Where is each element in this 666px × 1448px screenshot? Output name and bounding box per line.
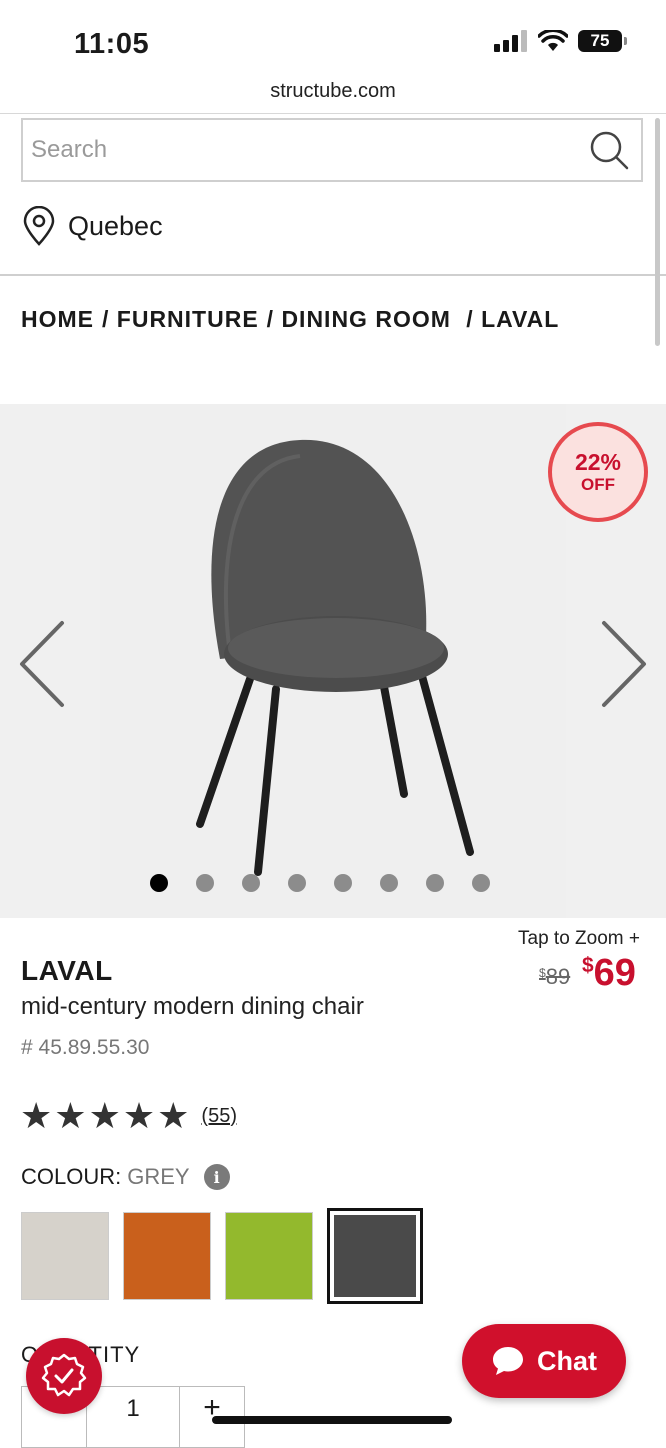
old-price: $89 xyxy=(539,964,570,990)
divider xyxy=(0,274,666,276)
battery-icon: 75 xyxy=(578,30,627,52)
product-subtitle: mid-century modern dining chair xyxy=(21,993,364,1020)
breadcrumb: HOME / FURNITURE / DINING ROOM / LAVAL xyxy=(21,306,559,333)
quantity-value[interactable]: 1 xyxy=(86,1387,180,1447)
gallery-dot[interactable] xyxy=(472,874,490,892)
wifi-icon xyxy=(538,30,568,51)
offers-button[interactable] xyxy=(26,1338,102,1414)
chat-label: Chat xyxy=(537,1345,597,1376)
location-label: Quebec xyxy=(68,210,163,241)
status-icons: 75 xyxy=(494,30,627,52)
old-price-currency: $ xyxy=(539,966,546,980)
gallery-dot[interactable] xyxy=(242,874,260,892)
swatch-grey[interactable] xyxy=(327,1208,423,1304)
offer-tag-icon xyxy=(41,1353,87,1397)
status-time: 11:05 xyxy=(74,28,150,60)
colour-value: GREY xyxy=(127,1164,190,1189)
scrollbar[interactable] xyxy=(655,118,660,346)
search-input[interactable] xyxy=(23,119,587,181)
old-price-value: 89 xyxy=(545,964,571,989)
signal-icon xyxy=(494,30,527,52)
divider xyxy=(0,113,666,114)
swatch-green[interactable] xyxy=(225,1212,313,1300)
colour-swatches xyxy=(21,1208,423,1304)
gallery-dot[interactable] xyxy=(196,874,214,892)
discount-off-label: OFF xyxy=(581,475,615,494)
product-image[interactable] xyxy=(100,404,566,918)
product-gallery[interactable]: 22% OFF xyxy=(0,404,666,918)
star-icon: ★ xyxy=(54,1095,87,1136)
gallery-dot[interactable] xyxy=(150,874,168,892)
discount-percent: 22% xyxy=(574,449,622,475)
breadcrumb-laval: / LAVAL xyxy=(466,306,560,332)
tap-to-zoom[interactable]: Tap to Zoom + xyxy=(518,928,640,950)
gallery-dot[interactable] xyxy=(426,874,444,892)
product-sku: # 45.89.55.30 xyxy=(21,1036,150,1059)
sale-price: $69 xyxy=(582,952,636,995)
sale-price-value: 69 xyxy=(593,952,636,994)
breadcrumb-dining-room[interactable]: / DINING ROOM xyxy=(267,306,459,333)
product-name: LAVAL xyxy=(21,955,113,986)
sale-price-currency: $ xyxy=(582,954,594,977)
gallery-dot[interactable] xyxy=(380,874,398,892)
swatch-beige[interactable] xyxy=(21,1212,109,1300)
gallery-pagination xyxy=(150,874,490,892)
chat-bubble-icon xyxy=(493,1347,523,1375)
next-arrow-icon[interactable] xyxy=(598,619,648,709)
gallery-dot[interactable] xyxy=(288,874,306,892)
breadcrumb-furniture[interactable]: / FURNITURE xyxy=(102,306,259,333)
location-pin-icon xyxy=(23,206,55,246)
search-bar xyxy=(21,118,643,182)
colour-label: COLOUR: xyxy=(21,1164,122,1189)
chat-button[interactable]: Chat xyxy=(462,1324,626,1398)
star-icon: ★ xyxy=(157,1095,190,1136)
previous-arrow-icon[interactable] xyxy=(18,619,68,709)
store-location[interactable]: Quebec xyxy=(22,206,163,246)
search-icon[interactable] xyxy=(587,128,631,172)
rating[interactable]: ★ ★ ★ ★ ★ (55) xyxy=(20,1098,237,1134)
star-icon: ★ xyxy=(122,1095,156,1136)
info-icon[interactable]: i xyxy=(203,1164,230,1190)
breadcrumb-home[interactable]: HOME xyxy=(21,306,94,333)
colour-selector-label: COLOUR: GREY i xyxy=(21,1164,230,1190)
browser-url[interactable]: structube.com xyxy=(0,80,666,103)
star-icon: ★ xyxy=(88,1095,121,1136)
gallery-dot[interactable] xyxy=(334,874,352,892)
discount-badge: 22% OFF xyxy=(548,422,648,522)
review-count-link[interactable]: (55) xyxy=(201,1105,237,1128)
swatch-orange[interactable] xyxy=(123,1212,211,1300)
star-icon: ★ xyxy=(20,1095,53,1136)
home-indicator[interactable] xyxy=(212,1416,452,1424)
